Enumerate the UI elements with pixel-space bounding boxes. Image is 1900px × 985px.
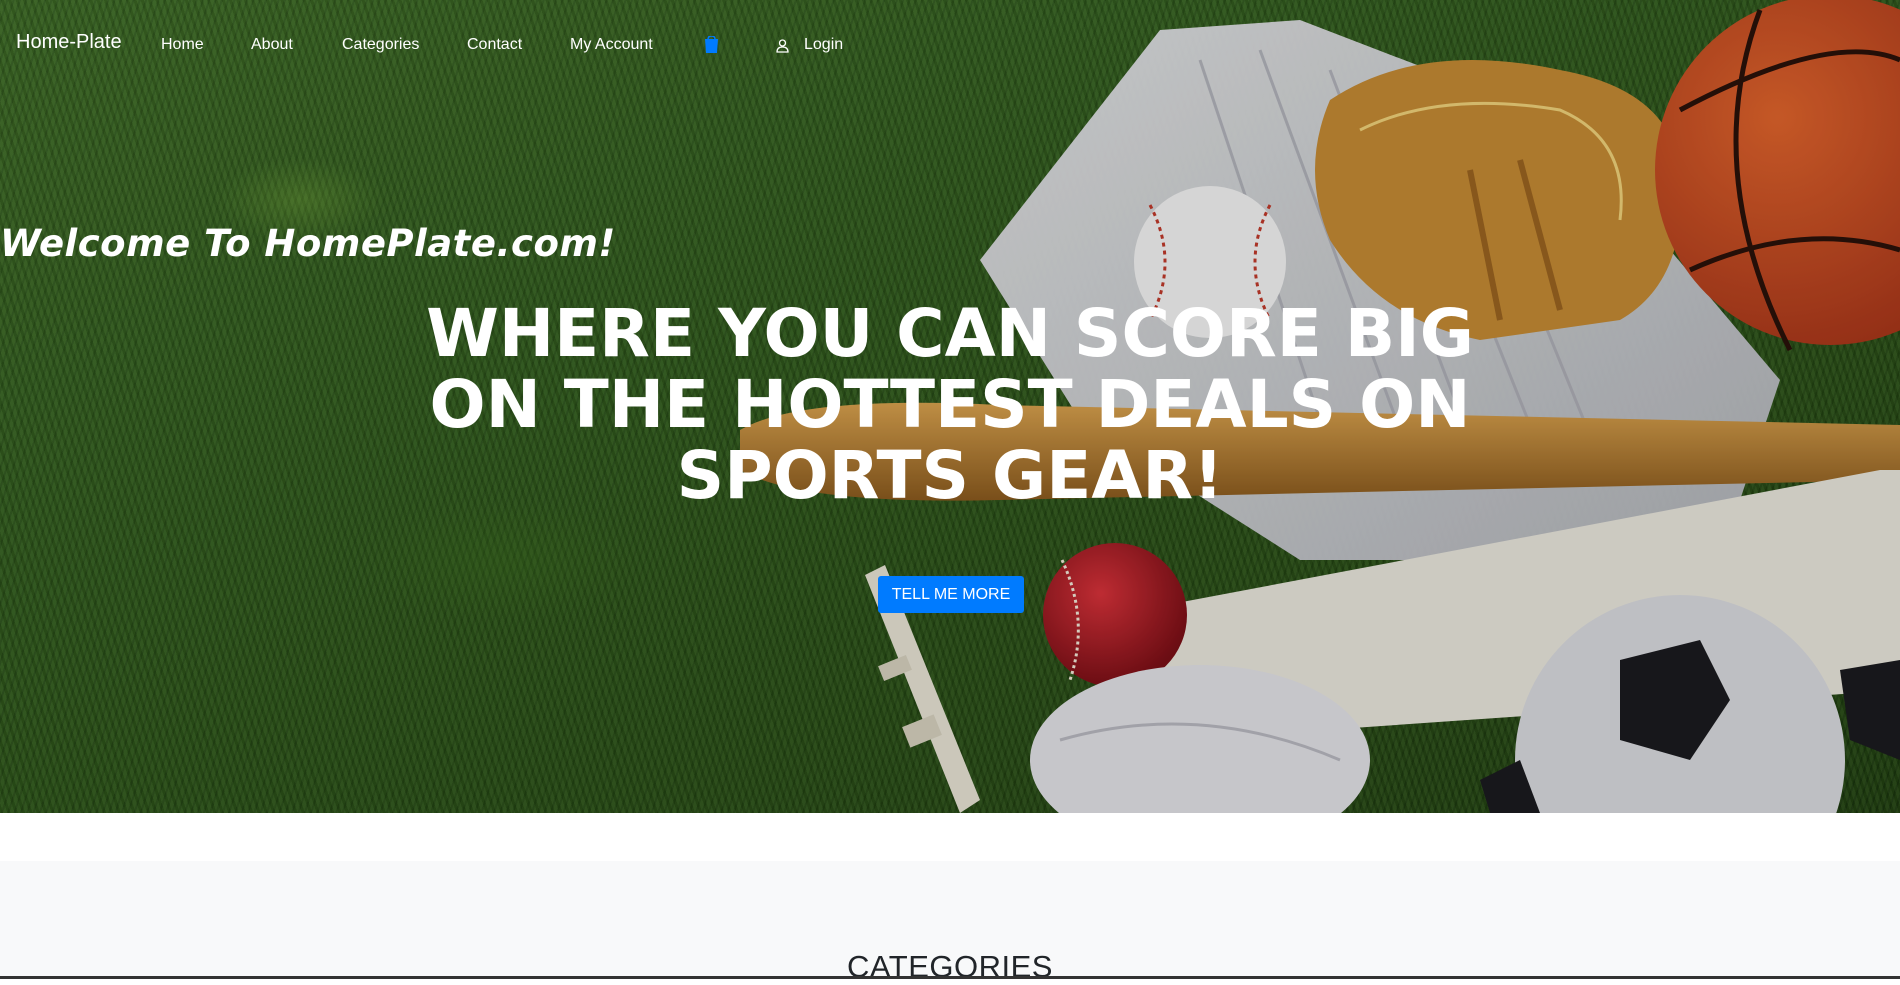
categories-section: CATEGORIES <box>0 861 1900 984</box>
hero-welcome: Welcome To HomePlate.com! <box>0 222 616 265</box>
brand-logo[interactable]: Home-Plate <box>16 31 122 54</box>
nav-contact[interactable]: Contact <box>467 36 522 54</box>
nav-about[interactable]: About <box>251 36 293 54</box>
user-icon <box>776 39 789 53</box>
nav-my-account[interactable]: My Account <box>570 36 653 54</box>
hero-headline: WHERE YOU CAN SCORE BIG ON THE HOTTEST D… <box>426 295 1474 514</box>
navbar: Home-Plate Home About Categories Contact… <box>0 0 1900 90</box>
cart-icon[interactable] <box>704 35 719 54</box>
tell-me-more-button[interactable]: TELL ME MORE <box>878 576 1024 613</box>
categories-heading: CATEGORIES <box>847 949 1053 984</box>
nav-home[interactable]: Home <box>161 36 204 54</box>
nav-categories[interactable]: Categories <box>342 36 419 54</box>
nav-login[interactable]: Login <box>804 36 843 54</box>
